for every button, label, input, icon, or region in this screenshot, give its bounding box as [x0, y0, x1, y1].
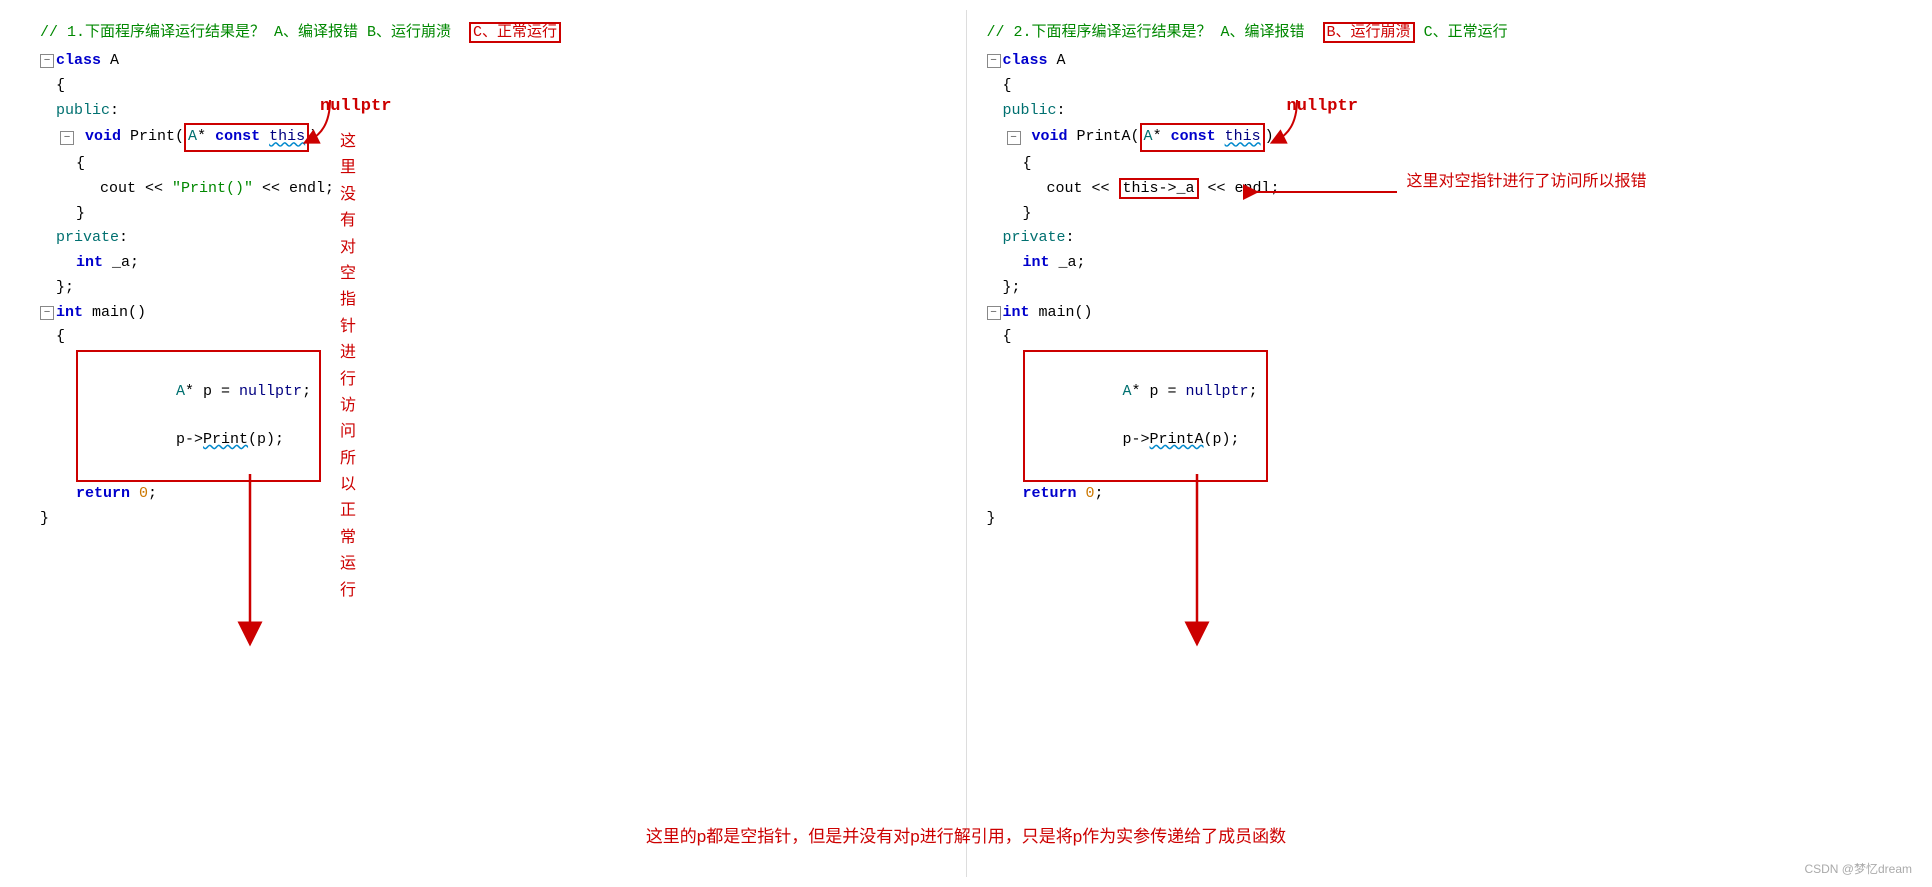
right-class-keyword: class: [1003, 49, 1048, 74]
left-question: // 1.下面程序编译运行结果是？ A、编译报错 B、运行崩溃 C、正常运行: [40, 20, 946, 41]
right-annotation: 这里对空指针进行了访问所以报错: [1407, 169, 1647, 195]
left-class-keyword: class: [56, 49, 101, 74]
right-a-ptr: A* p = nullptr;: [1123, 383, 1258, 400]
right-class-line: − class A: [987, 49, 1893, 74]
right-p-printa: p->PrintA(p);: [1123, 431, 1240, 448]
left-int-a-line: int _a;: [40, 251, 946, 276]
right-code-box: A* p = nullptr; p->PrintA(p);: [1023, 350, 1268, 482]
right-printa-brace: {: [987, 152, 1032, 177]
right-this-a-box: this->_a: [1119, 178, 1199, 199]
right-class-open-brace: {: [987, 74, 1893, 99]
left-p-print: p->Print(p);: [176, 431, 284, 448]
right-question-highlight: B、运行崩溃: [1323, 22, 1415, 43]
left-void-print-line: − void Print(A* const this) nullptr: [40, 123, 946, 152]
csdn-watermark: CSDN @梦忆dream: [1804, 860, 1912, 877]
left-int-main-line: − int main(): [40, 301, 946, 326]
right-int-a-line: int _a;: [987, 251, 1893, 276]
right-class-name: A: [1057, 49, 1066, 74]
page-container: // 1.下面程序编译运行结果是？ A、编译报错 B、运行崩溃 C、正常运行 −…: [0, 0, 1932, 887]
left-main-close-brace: }: [40, 507, 946, 532]
left-public-line: public:: [40, 99, 946, 124]
right-panel: // 2.下面程序编译运行结果是？ A、编译报错 B、运行崩溃 C、正常运行 −…: [967, 10, 1913, 877]
right-public: public:: [987, 99, 1066, 124]
left-class-name: A: [110, 49, 119, 74]
left-code-box-line: A* p = nullptr; p->Print(p);: [40, 350, 946, 482]
left-void-keyword: void Print(: [76, 125, 184, 150]
left-print-brace: {: [40, 152, 85, 177]
right-printa-close-brace: }: [987, 202, 1893, 227]
right-close-class: };: [987, 276, 1021, 301]
bottom-annotation: 这里的p都是空指针，但是并没有对p进行解引用，只是将p作为实参传递给了成员函数: [0, 822, 1932, 847]
right-brace1: {: [987, 74, 1012, 99]
left-question-highlight: C、正常运行: [469, 22, 561, 43]
right-void-printa-line: − void PrintA(A* const this) nullptr: [987, 123, 1893, 152]
left-close-class-line: };: [40, 276, 946, 301]
left-main-brace: {: [40, 325, 65, 350]
right-void-keyword: void PrintA(: [1023, 125, 1140, 150]
right-main-close: }: [987, 507, 996, 532]
left-collapse-main[interactable]: −: [40, 306, 54, 320]
right-question-text: // 2.下面程序编译运行结果是？ A、编译报错: [987, 24, 1305, 41]
right-collapse-printa[interactable]: −: [1007, 131, 1021, 145]
left-cout-line: cout << "Print()" << endl;: [40, 177, 946, 202]
right-return-line: return 0;: [987, 482, 1893, 507]
right-private: private:: [987, 226, 1075, 251]
right-code-block: − class A { public: − void PrintA(A* con…: [987, 49, 1893, 532]
right-nullptr-label: nullptr: [1287, 93, 1358, 121]
left-class-open-brace: {: [40, 74, 946, 99]
left-cout: cout << "Print()" << endl;: [40, 177, 334, 202]
right-const-this-box: A* const this: [1140, 123, 1265, 152]
left-brace1: {: [40, 74, 65, 99]
left-close-class: };: [40, 276, 74, 301]
right-printa-close: }: [987, 202, 1032, 227]
right-private-line: private:: [987, 226, 1893, 251]
left-collapse-print[interactable]: −: [60, 131, 74, 145]
right-int-keyword: int main(): [1003, 301, 1093, 326]
right-collapse-main[interactable]: −: [987, 306, 1001, 320]
left-class-line: − class A: [40, 49, 946, 74]
right-main-close-brace: }: [987, 507, 1893, 532]
left-return-line: return 0;: [40, 482, 946, 507]
left-a-ptr: A* p = nullptr;: [176, 383, 311, 400]
left-public: public:: [40, 99, 119, 124]
left-code-block: − class A { public: − void Print(A* cons…: [40, 49, 946, 532]
right-int-a: int _a;: [987, 251, 1086, 276]
right-close-class-line: };: [987, 276, 1893, 301]
right-main-open-brace: {: [987, 325, 1893, 350]
left-code-box: A* p = nullptr; p->Print(p);: [76, 350, 321, 482]
left-question-text: // 1.下面程序编译运行结果是？ A、编译报错 B、运行崩溃: [40, 24, 451, 41]
right-code-box-line: A* p = nullptr; p->PrintA(p);: [987, 350, 1893, 482]
right-question-rest: C、正常运行: [1424, 24, 1508, 41]
left-main-close: }: [40, 507, 49, 532]
right-close-paren: ): [1265, 125, 1274, 150]
left-print-close: }: [40, 202, 85, 227]
left-nullptr-label: nullptr: [320, 93, 391, 121]
right-cout: cout << this->_a << endl;: [987, 177, 1280, 202]
right-return: return 0;: [987, 482, 1104, 507]
left-print-close-brace: }: [40, 202, 946, 227]
left-main-open-brace: {: [40, 325, 946, 350]
right-collapse-class[interactable]: −: [987, 54, 1001, 68]
left-int-keyword: int main(): [56, 301, 146, 326]
left-private-line: private:: [40, 226, 946, 251]
right-question: // 2.下面程序编译运行结果是？ A、编译报错 B、运行崩溃 C、正常运行: [987, 20, 1893, 41]
left-close-paren: ): [309, 125, 318, 150]
left-private: private:: [40, 226, 128, 251]
left-collapse-class[interactable]: −: [40, 54, 54, 68]
left-print-open-brace: {: [40, 152, 946, 177]
right-public-line: public:: [987, 99, 1893, 124]
left-panel: // 1.下面程序编译运行结果是？ A、编译报错 B、运行崩溃 C、正常运行 −…: [20, 10, 967, 877]
right-int-main-line: − int main(): [987, 301, 1893, 326]
left-const-this-box: A* const this: [184, 123, 309, 152]
left-return: return 0;: [40, 482, 157, 507]
right-cout-line: cout << this->_a << endl; 这里对空指针进行了访问所以报…: [987, 177, 1893, 202]
right-main-brace: {: [987, 325, 1012, 350]
left-int-a: int _a;: [40, 251, 139, 276]
